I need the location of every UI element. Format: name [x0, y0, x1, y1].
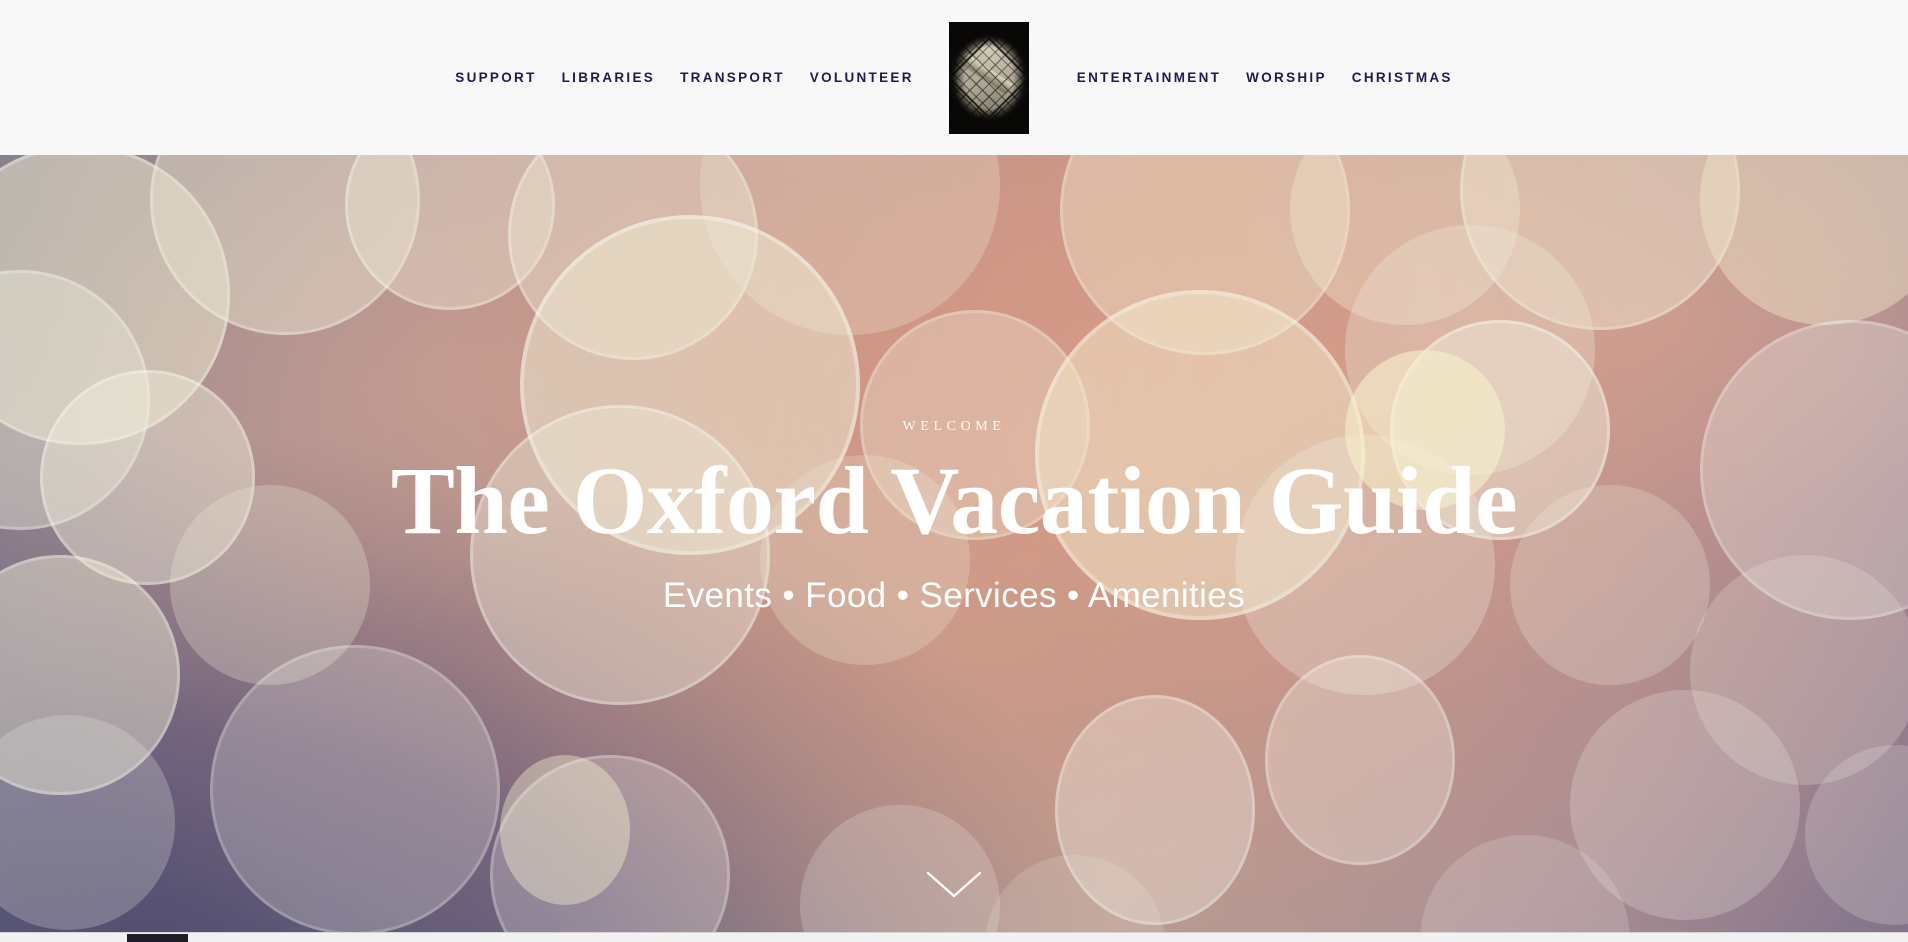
nav-item-christmas[interactable]: CHRISTMAS [1352, 71, 1453, 85]
site-logo[interactable] [948, 21, 1029, 134]
hero-banner: WELCOME The Oxford Vacation Guide Events… [0, 155, 1908, 942]
site-header: SUPPORT LIBRARIES TRANSPORT VOLUNTEER EN… [0, 0, 1908, 155]
nav-item-volunteer[interactable]: VOLUNTEER [810, 71, 914, 85]
scrollbar-thumb[interactable] [127, 934, 188, 942]
primary-nav-left: SUPPORT LIBRARIES TRANSPORT VOLUNTEER [455, 71, 914, 85]
nav-item-libraries[interactable]: LIBRARIES [562, 71, 655, 85]
hero-eyebrow: WELCOME [902, 418, 1006, 434]
scroll-down-button[interactable] [925, 870, 983, 900]
hero-subtitle: Events • Food • Services • Amenities [662, 576, 1246, 616]
hero-content: WELCOME The Oxford Vacation Guide Events… [0, 155, 1908, 942]
page-root: SUPPORT LIBRARIES TRANSPORT VOLUNTEER EN… [0, 0, 1908, 942]
chevron-down-icon [926, 871, 982, 898]
hero-title: The Oxford Vacation Guide [390, 446, 1518, 554]
nav-item-transport[interactable]: TRANSPORT [680, 71, 785, 85]
nav-item-support[interactable]: SUPPORT [455, 71, 536, 85]
primary-nav-right: ENTERTAINMENT WORSHIP CHRISTMAS [1077, 71, 1453, 85]
nav-item-worship[interactable]: WORSHIP [1246, 71, 1327, 85]
nav-item-entertainment[interactable]: ENTERTAINMENT [1077, 71, 1221, 85]
horizontal-scrollbar[interactable] [0, 932, 1908, 942]
